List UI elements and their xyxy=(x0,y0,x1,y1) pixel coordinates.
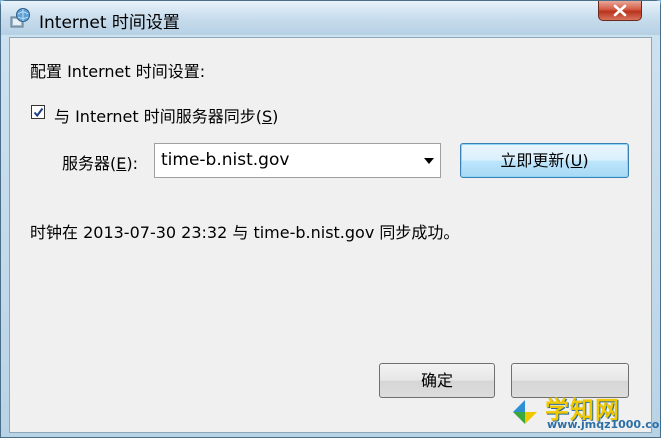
site-watermark: 学知网 www.jmqz1000.com xyxy=(509,390,661,434)
checkmark-icon xyxy=(33,107,44,118)
update-now-button[interactable]: 立即更新(U) xyxy=(460,143,629,178)
close-icon xyxy=(613,4,627,17)
sync-status-text: 时钟在 2013-07-30 23:32 与 time-b.nist.gov 同… xyxy=(30,223,460,242)
watermark-logo-icon xyxy=(513,400,537,424)
close-button[interactable] xyxy=(598,1,642,21)
dialog-window: Internet 时间设置 配置 Internet 时间设置: 与 Intern… xyxy=(0,0,661,438)
dialog-body: 配置 Internet 时间设置: 与 Internet 时间服务器同步(S) … xyxy=(9,37,652,433)
title-bar[interactable]: Internet 时间设置 xyxy=(1,1,660,35)
dropdown-arrow-icon[interactable] xyxy=(424,158,434,164)
clock-globe-icon xyxy=(9,7,31,29)
sync-checkbox-label[interactable]: 与 Internet 时间服务器同步(S) xyxy=(54,103,278,127)
server-value[interactable]: time-b.nist.gov xyxy=(161,150,289,170)
window-title: Internet 时间设置 xyxy=(39,13,180,33)
server-combobox[interactable]: time-b.nist.gov xyxy=(154,143,441,178)
ok-button[interactable]: 确定 xyxy=(379,363,495,398)
sync-checkbox[interactable] xyxy=(31,105,45,119)
server-label: 服务器(E): xyxy=(62,154,138,173)
section-heading: 配置 Internet 时间设置: xyxy=(30,62,206,81)
watermark-url: www.jmqz1000.com xyxy=(547,418,661,431)
